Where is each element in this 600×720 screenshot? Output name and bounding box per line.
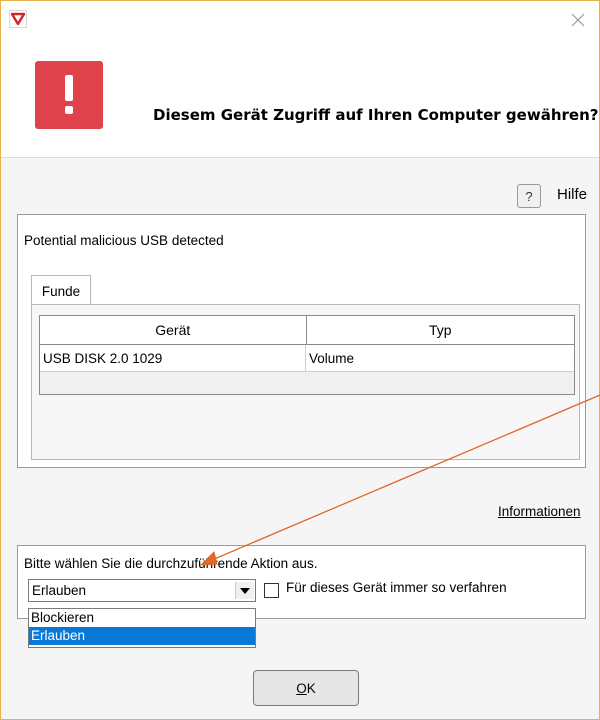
- chevron-down-icon[interactable]: [235, 582, 254, 599]
- detection-group: Potential malicious USB detected Funde G…: [17, 214, 586, 468]
- title-bar: [1, 1, 599, 41]
- action-select[interactable]: Erlauben: [28, 579, 256, 602]
- option-erlauben[interactable]: Erlauben: [29, 627, 255, 645]
- dialog-window: Diesem Gerät Zugriff auf Ihren Computer …: [0, 0, 600, 720]
- tab-panel-funde: Gerät Typ USB DISK 2.0 1029 Volume: [31, 304, 580, 460]
- close-icon: [571, 13, 585, 30]
- dialog-body: ? Hilfe Potential malicious USB detected…: [1, 158, 599, 719]
- table-row[interactable]: USB DISK 2.0 1029 Volume: [40, 345, 574, 372]
- alert-icon: [35, 61, 103, 129]
- help-icon[interactable]: ?: [517, 184, 541, 208]
- column-header-device[interactable]: Gerät: [40, 316, 307, 344]
- informationen-link[interactable]: Informationen: [498, 504, 581, 519]
- column-header-type[interactable]: Typ: [307, 316, 575, 344]
- help-link[interactable]: Hilfe: [557, 186, 587, 203]
- dialog-title: Diesem Gerät Zugriff auf Ihren Computer …: [153, 106, 599, 124]
- ok-mnemonic: O: [296, 680, 307, 696]
- app-shield-icon: [9, 10, 27, 28]
- detection-message: Potential malicious USB detected: [24, 233, 224, 248]
- cell-device: USB DISK 2.0 1029: [40, 345, 306, 371]
- ok-label-rest: K: [306, 680, 316, 696]
- option-blockieren[interactable]: Blockieren: [29, 609, 255, 627]
- action-select-value: Erlauben: [32, 583, 87, 598]
- remember-label[interactable]: Für dieses Gerät immer so verfahren: [286, 580, 507, 595]
- ok-button[interactable]: OK: [253, 670, 359, 706]
- table-header: Gerät Typ: [40, 316, 574, 345]
- tab-funde[interactable]: Funde: [31, 275, 91, 306]
- action-dropdown-list: Blockieren Erlauben: [28, 608, 256, 648]
- close-button[interactable]: [563, 7, 593, 35]
- dialog-header: Diesem Gerät Zugriff auf Ihren Computer …: [1, 41, 599, 158]
- remember-checkbox[interactable]: [264, 583, 279, 598]
- cell-type: Volume: [309, 350, 355, 366]
- findings-table: Gerät Typ USB DISK 2.0 1029 Volume: [39, 315, 575, 395]
- action-prompt: Bitte wählen Sie die durchzuführende Akt…: [24, 556, 318, 571]
